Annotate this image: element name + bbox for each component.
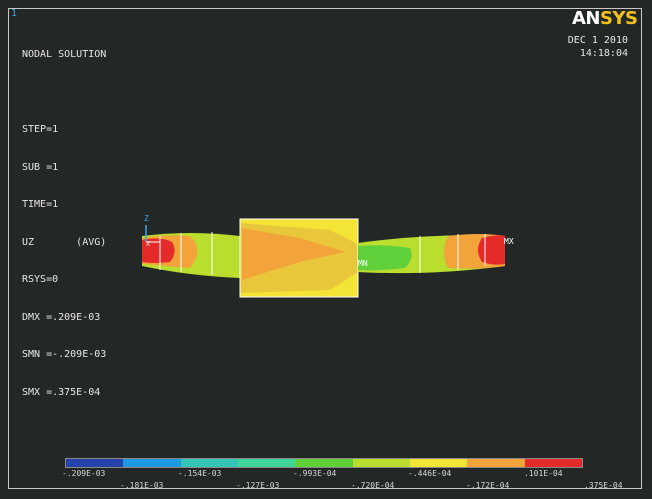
legend-label-bottom: -.127E-03	[236, 481, 280, 490]
legend-swatch	[352, 459, 410, 467]
contour-model[interactable]: Z X MN MX	[0, 0, 652, 499]
legend-label-bottom: .375E-04	[584, 481, 623, 490]
min-marker: MN	[358, 259, 368, 268]
legend-swatch	[237, 459, 296, 467]
legend-label-top: -.209E-03	[62, 469, 106, 478]
contour-legend-bar	[65, 458, 583, 468]
legend-swatch	[123, 459, 181, 467]
legend-label-bottom: -.181E-03	[120, 481, 164, 490]
legend-label-bottom: -.720E-04	[351, 481, 395, 490]
legend-swatch	[467, 459, 525, 467]
legend-label-top: -.993E-04	[293, 469, 337, 478]
legend-swatch	[295, 459, 353, 467]
legend-swatch	[409, 459, 468, 467]
legend-swatch	[180, 459, 238, 467]
legend-label-top: -.154E-03	[178, 469, 222, 478]
z-axis-label: Z	[144, 214, 149, 223]
legend-swatch	[524, 459, 582, 467]
legend-swatch	[66, 459, 124, 467]
legend-label-top: .101E-04	[524, 469, 563, 478]
right-shaft-max-zone	[478, 235, 505, 265]
max-marker: MX	[504, 237, 514, 246]
legend-label-top: -.446E-04	[408, 469, 452, 478]
legend-label-bottom: -.172E-04	[466, 481, 510, 490]
